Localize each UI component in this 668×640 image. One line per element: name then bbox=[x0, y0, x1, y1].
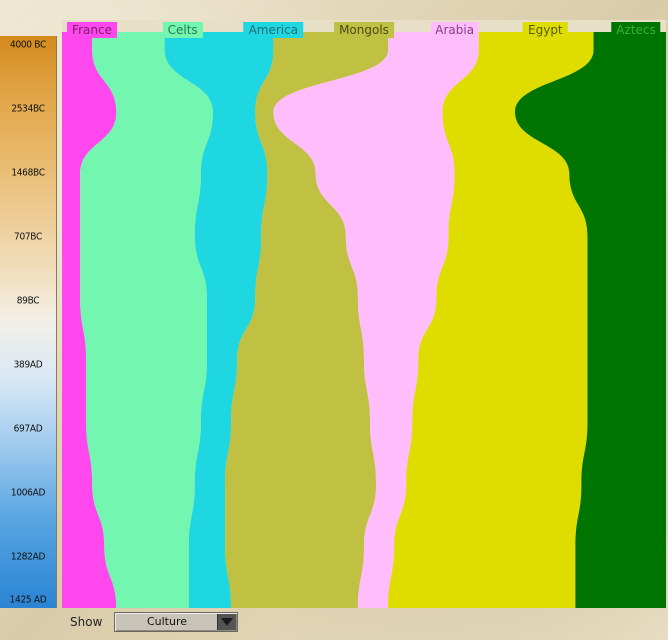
timeline-tick: 697AD bbox=[13, 423, 43, 435]
show-label: Show bbox=[70, 615, 103, 629]
series-label-celts[interactable]: Celts bbox=[162, 22, 203, 38]
timeline-tick: 1468BC bbox=[11, 167, 45, 179]
series-label-france[interactable]: France bbox=[67, 22, 117, 38]
timeline-tick: 1282AD bbox=[10, 551, 46, 563]
show-dropdown[interactable]: Culture bbox=[114, 612, 238, 632]
timeline-tick: 1006AD bbox=[10, 487, 46, 499]
timeline-tick: 1425 AD bbox=[9, 594, 47, 606]
series-label-mongols[interactable]: Mongols bbox=[334, 22, 394, 38]
series-label-egypt[interactable]: Egypt bbox=[523, 22, 568, 38]
timeline-tick: 2534BC bbox=[11, 103, 45, 115]
show-dropdown-value: Culture bbox=[146, 615, 188, 628]
streamgraph[interactable] bbox=[62, 20, 666, 608]
timeline-tick: 89BC bbox=[16, 295, 40, 307]
timeline-tick: 389AD bbox=[13, 359, 43, 371]
bottom-controls: Show Culture bbox=[62, 610, 668, 638]
series-label-arabia[interactable]: Arabia bbox=[430, 22, 480, 38]
series-label-america[interactable]: America bbox=[243, 22, 304, 38]
timeline-tick: 707BC bbox=[14, 231, 42, 243]
series-label-aztecs[interactable]: Aztecs bbox=[611, 22, 661, 38]
timeline-axis: 4000 BC 2534BC 1468BC 707BC 89BC 389AD 6… bbox=[0, 36, 57, 608]
chevron-down-icon[interactable] bbox=[217, 614, 236, 630]
streamgraph-panel[interactable]: France Celts America Mongols Arabia Egypt Azte… bbox=[62, 20, 666, 608]
timeline-tick: 4000 BC bbox=[10, 39, 46, 51]
